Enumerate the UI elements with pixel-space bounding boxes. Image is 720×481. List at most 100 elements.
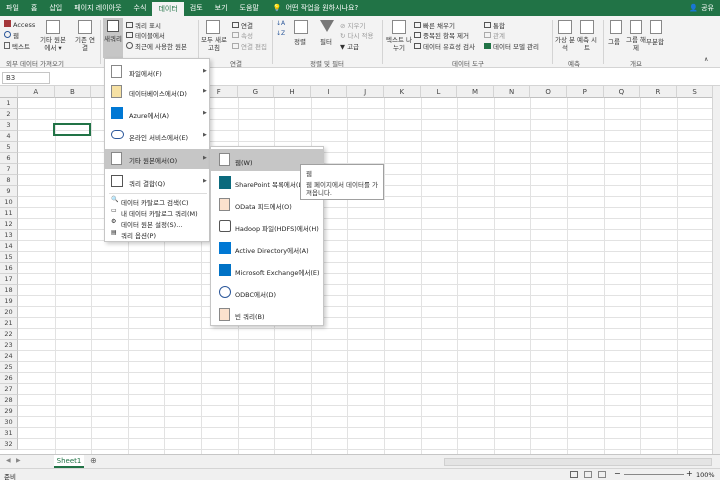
row-header-6[interactable]: 6 [0,153,18,164]
submenu-item-blank-query[interactable]: 빈 쿼리(B) [211,305,323,325]
remove-duplicates-button[interactable]: 중복된 항목 제거 [414,30,469,40]
sheet-tab-sheet1[interactable]: Sheet1 [54,455,84,468]
text-to-columns-button[interactable]: 텍스트 나누기 [386,36,412,52]
recent-sources-button[interactable]: 최근에 사용한 원본 [126,41,187,51]
column-header-r[interactable]: R [640,86,677,98]
selected-cell[interactable] [53,123,91,136]
column-header-b[interactable]: B [54,86,92,98]
menu-item-from-online-services[interactable]: 온라인 서비스에서(E) ▶ [105,127,209,145]
row-header-2[interactable]: 2 [0,109,18,120]
row-header-16[interactable]: 16 [0,263,18,274]
row-header-31[interactable]: 31 [0,428,18,439]
row-header-9[interactable]: 9 [0,186,18,197]
group-button[interactable]: 그룹 [608,36,620,46]
row-header-1[interactable]: 1 [0,98,18,109]
row-header-17[interactable]: 17 [0,274,18,285]
name-box[interactable]: B3 [2,72,50,84]
row-header-7[interactable]: 7 [0,164,18,175]
row-header-28[interactable]: 28 [0,395,18,406]
tab-home[interactable]: 홈 [25,0,43,16]
page-layout-view-icon[interactable] [584,471,592,478]
row-header-20[interactable]: 20 [0,307,18,318]
row-header-14[interactable]: 14 [0,241,18,252]
normal-view-icon[interactable] [570,471,578,478]
other-sources-button[interactable]: 기타 원본에서 ▾ [38,36,68,52]
advanced-button[interactable]: ▼ 고급 [340,41,359,51]
column-header-s[interactable]: S [676,86,712,98]
forecast-sheet-button[interactable]: 예측 시트 [577,36,597,52]
edit-links-button[interactable]: 연결 편집 [232,41,267,51]
flash-fill-button[interactable]: 빠른 채우기 [414,20,455,30]
access-button[interactable]: Access [4,20,35,29]
web-button[interactable]: 웹 [4,30,19,40]
menu-item-data-source-settings[interactable]: ⚙ 데이터 원본 설정(S)... [105,217,209,229]
menu-item-from-file[interactable]: 파일에서(F) ▶ [105,63,209,81]
reapply-button[interactable]: ↻ 다시 적용 [340,30,374,40]
row-header-29[interactable]: 29 [0,406,18,417]
filter-button[interactable]: 필터 [320,36,332,46]
menu-item-my-catalog-queries[interactable]: ▭ 내 데이터 카탈로그 쿼리(M) [105,206,209,218]
row-header-10[interactable]: 10 [0,197,18,208]
existing-connections-button[interactable]: 기존 연결 [74,36,96,52]
menu-item-from-azure[interactable]: Azure에서(A) ▶ [105,105,209,123]
row-header-3[interactable]: 3 [0,120,18,131]
row-header-12[interactable]: 12 [0,219,18,230]
consolidate-button[interactable]: 통합 [484,20,505,30]
column-header-j[interactable]: J [347,86,384,98]
row-header-32[interactable]: 32 [0,439,18,450]
relationships-button[interactable]: 관계 [484,30,505,40]
column-header-g[interactable]: G [237,86,275,98]
show-queries-button[interactable]: 쿼리 표시 [126,20,161,30]
prev-sheet-icon[interactable]: ◀ [6,457,11,464]
row-header-13[interactable]: 13 [0,230,18,241]
column-header-l[interactable]: L [420,86,458,98]
next-sheet-icon[interactable]: ▶ [16,457,21,464]
row-header-25[interactable]: 25 [0,362,18,373]
what-if-button[interactable]: 가상 분석 [555,36,575,52]
row-header-30[interactable]: 30 [0,417,18,428]
manage-data-model-button[interactable]: 데이터 모델 관리 [484,41,539,51]
column-header-m[interactable]: M [457,86,494,98]
row-header-18[interactable]: 18 [0,285,18,296]
column-header-q[interactable]: Q [603,86,641,98]
column-header-o[interactable]: O [530,86,567,98]
horizontal-scrollbar[interactable] [444,458,712,466]
column-header-p[interactable]: P [567,86,604,98]
row-header-15[interactable]: 15 [0,252,18,263]
tab-page-layout[interactable]: 페이지 레이아웃 [68,0,127,16]
row-header-8[interactable]: 8 [0,175,18,186]
row-header-5[interactable]: 5 [0,142,18,153]
tab-formulas[interactable]: 수식 [128,0,153,16]
zoom-out-icon[interactable]: − [614,469,621,478]
row-header-27[interactable]: 27 [0,384,18,395]
page-break-view-icon[interactable] [598,471,606,478]
tab-review[interactable]: 검토 [184,0,209,16]
menu-item-combine-queries[interactable]: 쿼리 결합(Q) ▶ [105,173,209,191]
clear-button[interactable]: ⊘ 지우기 [340,20,365,30]
tab-data[interactable]: 데이터 [152,0,184,16]
select-all-corner[interactable] [0,86,18,98]
tab-insert[interactable]: 삽입 [43,0,68,16]
sort-button[interactable]: 정렬 [294,36,306,46]
data-validation-button[interactable]: 데이터 유효성 검사 [414,41,475,51]
submenu-item-active-directory[interactable]: Active Directory에서(A) [211,239,323,259]
column-header-n[interactable]: N [493,86,531,98]
properties-button[interactable]: 속성 [232,30,253,40]
from-table-button[interactable]: 테이블에서 [126,30,165,40]
subtotal-button[interactable]: 부분합 [646,36,664,46]
ungroup-button[interactable]: 그룹 해제 [626,36,646,52]
column-header-h[interactable]: H [274,86,311,98]
column-header-k[interactable]: K [384,86,421,98]
column-header-i[interactable]: I [310,86,348,98]
text-button[interactable]: 텍스트 [4,41,30,51]
add-sheet-icon[interactable]: ⊕ [90,456,97,465]
zoom-slider[interactable] [624,474,684,475]
menu-item-query-options[interactable]: ▤ 쿼리 옵션(P) [105,228,209,240]
tab-view[interactable]: 보기 [209,0,234,16]
menu-item-search-data-catalog[interactable]: 🔍 데이터 카탈로그 검색(C) [105,195,209,207]
tell-me-box[interactable]: 💡 어떤 작업을 원하시나요? [273,3,358,13]
menu-item-from-database[interactable]: 데이터베이스에서(D) ▶ [105,83,209,101]
submenu-item-odbc[interactable]: ODBC에서(D) [211,283,323,303]
share-button[interactable]: 👤 공유 [689,3,720,13]
sort-desc-icon[interactable]: ↓Z [276,30,285,37]
